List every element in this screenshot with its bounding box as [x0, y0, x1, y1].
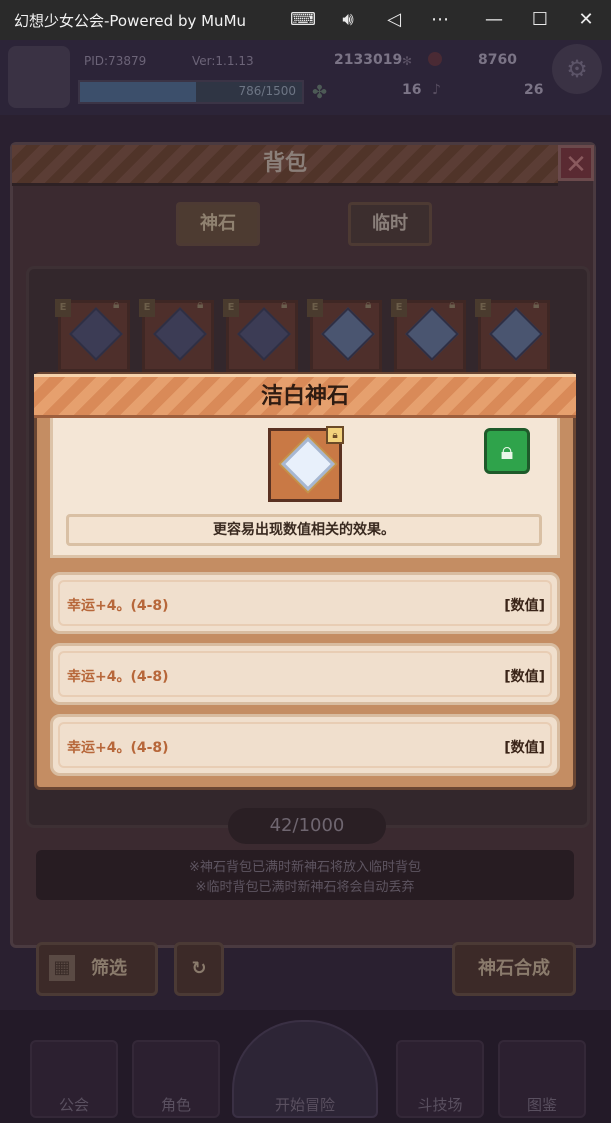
volume-icon[interactable]: 🔊︎	[336, 8, 360, 32]
backpack-header: 背包	[12, 145, 558, 186]
popup-header: 洁白神石	[34, 374, 576, 418]
clover-icon: ✤	[312, 82, 328, 103]
lock-icon: 🔒︎	[281, 297, 288, 311]
stat-text: 幸运+4。(4-8)	[67, 669, 169, 685]
equip-tag: E	[391, 299, 407, 317]
stat-row: 幸运+4。(4-8) [数值]	[50, 572, 560, 634]
synthesize-button[interactable]: 神石合成	[452, 942, 576, 996]
backpack-close-button[interactable]: ✕	[558, 145, 594, 181]
equip-tag: E	[307, 299, 323, 317]
grid-icon: ▦	[49, 955, 75, 981]
back-icon[interactable]: ◁	[382, 8, 406, 32]
lock-icon: 🔒︎	[113, 297, 120, 311]
godstone-slot[interactable]: E 🔒︎	[55, 297, 130, 372]
keyboard-icon[interactable]: ⌨	[290, 8, 316, 32]
settings-gear-icon[interactable]: ⚙	[552, 44, 602, 94]
window-title: 幻想少女公会-Powered by MuMu	[14, 12, 247, 30]
lock-icon: 🔒︎	[197, 297, 204, 311]
notice-line: ※临时背包已满时新神石将会自动丢弃	[195, 880, 415, 895]
gem-icon	[321, 307, 375, 361]
gem-icon	[405, 307, 459, 361]
godstone-slot[interactable]: E 🔒︎	[307, 297, 382, 372]
player-id: PID:73879	[84, 54, 147, 68]
nav-guild-label: 公会	[58, 1096, 89, 1114]
godstone-slot[interactable]: E 🔒︎	[475, 297, 550, 372]
stat-row: 幸运+4。(4-8) [数值]	[50, 643, 560, 705]
lock-icon: 🔒︎	[533, 297, 540, 311]
exp-bar-fill	[80, 82, 197, 102]
exp-text: 786/1500	[238, 84, 297, 98]
player-avatar[interactable]	[8, 46, 70, 108]
gem-amount: 8760	[478, 52, 517, 68]
lock-icon: 🔒︎	[365, 297, 372, 311]
lock-toggle-button[interactable]: 🔒︎	[484, 428, 530, 474]
tab-temporary[interactable]: 临时	[348, 202, 432, 246]
notice-box: ※神石背包已满时新神石将放入临时背包 ※临时背包已满时新神石将会自动丢弃	[36, 850, 574, 900]
equip-tag: E	[55, 299, 71, 317]
nav-encyclopedia-label: 图鉴	[526, 1096, 557, 1114]
lock-icon: 🔒︎	[449, 297, 456, 311]
stat-tag: [数值]	[504, 598, 545, 614]
small-lock-icon: 🔒︎	[326, 426, 344, 444]
filter-label: 筛选	[91, 958, 127, 979]
stat-tag: [数值]	[504, 669, 545, 685]
godstone-description: 更容易出现数值相关的效果。	[66, 514, 542, 546]
nav-character-label: 角色	[160, 1096, 191, 1114]
gem-icon	[69, 307, 123, 361]
maximize-icon[interactable]: ☐	[528, 8, 552, 32]
gold-amount: 2133019	[334, 52, 403, 68]
notice-line: ※神石背包已满时新神石将放入临时背包	[189, 860, 421, 875]
godstone-slot[interactable]: E 🔒︎	[391, 297, 466, 372]
note-icon: ♪	[432, 82, 441, 98]
godstone-count: 42/1000	[228, 808, 386, 844]
start-adventure-label: 开始冒险	[274, 1096, 335, 1114]
white-gem-icon	[281, 437, 335, 491]
game-version: Ver:1.1.13	[192, 54, 254, 68]
stat-text: 幸运+4。(4-8)	[67, 740, 169, 756]
popup-title: 洁白神石	[260, 384, 349, 409]
refresh-button[interactable]: ↻	[174, 942, 224, 996]
stat-tag: [数值]	[504, 740, 545, 756]
close-window-icon[interactable]: ✕	[574, 8, 598, 32]
minimize-icon[interactable]: —	[482, 8, 506, 32]
equip-tag: E	[475, 299, 491, 317]
godstone-slot[interactable]: E 🔒︎	[139, 297, 214, 372]
resource-a-amount: 16	[402, 82, 422, 98]
resource-b-amount: 26	[524, 82, 544, 98]
backpack-title: 背包	[262, 151, 307, 176]
more-icon[interactable]: ⋯	[428, 8, 452, 32]
godstone-slot[interactable]: E 🔒︎	[223, 297, 298, 372]
stat-text: 幸运+4。(4-8)	[67, 598, 169, 614]
gem-icon	[428, 52, 442, 66]
gem-icon	[237, 307, 291, 361]
exp-bar: 786/1500	[78, 80, 304, 104]
gold-icon: ✻	[402, 54, 413, 68]
refresh-icon: ↻	[191, 958, 207, 979]
tab-godstone[interactable]: 神石	[176, 202, 260, 246]
equip-tag: E	[139, 299, 155, 317]
nav-arena-label: 斗技场	[417, 1096, 463, 1114]
gem-icon	[489, 307, 543, 361]
equip-tag: E	[223, 299, 239, 317]
filter-button[interactable]: ▦ 筛选	[36, 942, 158, 996]
gem-icon	[153, 307, 207, 361]
stat-row: 幸运+4。(4-8) [数值]	[50, 714, 560, 776]
